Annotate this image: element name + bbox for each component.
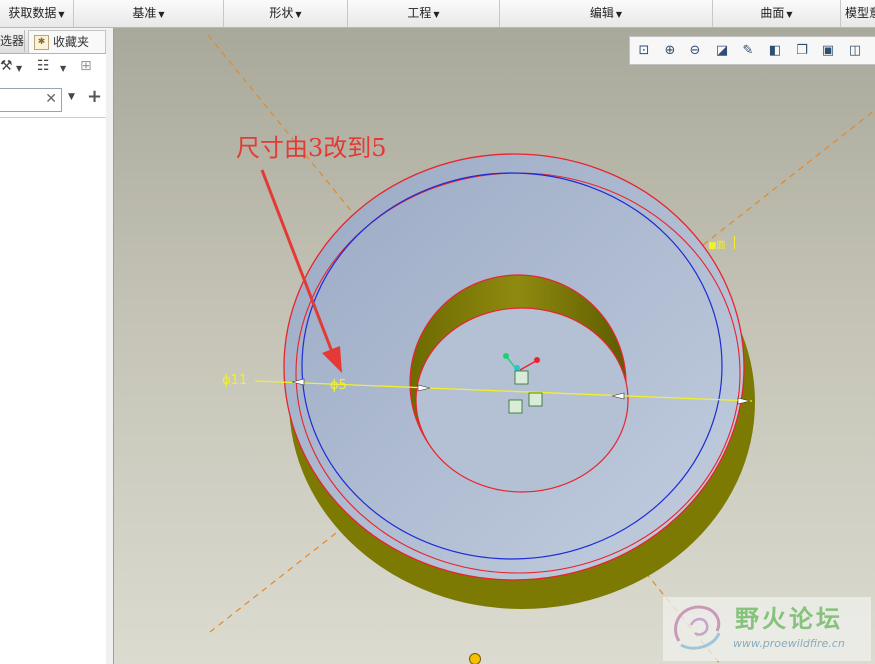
constraint-icon[interactable] — [514, 370, 529, 385]
spin-center-marker[interactable] — [469, 653, 481, 664]
constraint-icon[interactable] — [508, 399, 523, 414]
drag-handle-red[interactable] — [534, 357, 540, 363]
datum-plane-marker — [734, 236, 735, 249]
drag-handle-cyan[interactable] — [514, 365, 520, 371]
saved-views-icon[interactable]: ❐ — [792, 41, 812, 61]
forum-logo-icon — [674, 605, 721, 650]
refit-icon[interactable]: ⊡ — [634, 41, 654, 61]
model-scene — [207, 34, 875, 664]
watermark-title: 野火论坛 — [735, 605, 843, 633]
zoom-out-icon[interactable]: ⊖ — [685, 41, 705, 61]
drag-handle-green[interactable] — [503, 353, 509, 359]
watermark-url: www.proewildfire.cn — [733, 637, 845, 650]
constraint-icon[interactable] — [528, 392, 543, 407]
zoom-in-icon[interactable]: ⊕ — [660, 41, 680, 61]
annotation-text: 尺寸由3改到5 — [236, 134, 387, 162]
dimension-inner-label[interactable]: ϕ5 — [330, 378, 347, 393]
spin-icon[interactable]: ✎ — [738, 41, 758, 61]
dimension-outer-label[interactable]: ϕ11 — [222, 373, 247, 388]
named-view-icon[interactable]: ◫ — [845, 41, 865, 61]
display-style-icon[interactable]: ◧ — [765, 41, 785, 61]
repaint-icon[interactable]: ◪ — [712, 41, 732, 61]
view-toolbar: ⊡ ⊕ ⊖ ◪ ✎ ◧ ❐ ▣ ◫ — [629, 36, 875, 65]
forum-watermark: 野火论坛 www.proewildfire.cn — [663, 597, 871, 661]
datum-plane-label[interactable]: ■面 — [708, 238, 726, 251]
view-manager-icon[interactable]: ▣ — [818, 41, 838, 61]
